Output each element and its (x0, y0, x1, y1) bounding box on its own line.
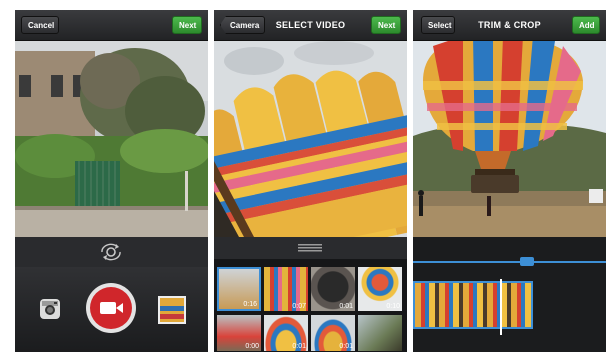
video-thumb[interactable]: 0:16 (217, 267, 261, 311)
top-bar: Cancel Next (15, 10, 208, 41)
video-duration: 0:01 (339, 343, 353, 350)
trim-track (413, 261, 606, 263)
camera-viewfinder (15, 41, 208, 237)
camera-toolbar (15, 237, 208, 267)
instagram-camera-icon[interactable] (39, 298, 61, 320)
video-thumb[interactable]: 0:01 (264, 315, 308, 351)
select-button[interactable]: Select (421, 16, 455, 34)
video-thumb[interactable]: 0:01 (311, 315, 355, 351)
drag-handle-bar (214, 237, 407, 259)
video-duration: 0:01 (339, 303, 353, 310)
trim-panel (413, 237, 606, 352)
select-video-screen: Camera SELECT VIDEO Next 0:16 0:07 0:01 … (214, 10, 407, 352)
playhead[interactable] (500, 279, 502, 335)
video-thumb[interactable] (358, 315, 402, 351)
video-thumb[interactable]: 0:01 (311, 267, 355, 311)
add-button[interactable]: Add (572, 16, 600, 34)
video-duration: 0:00 (245, 343, 259, 350)
camera-screen: Cancel Next (15, 10, 208, 352)
capture-bar (15, 267, 208, 352)
video-duration: 0:16 (243, 301, 257, 308)
flip-camera-icon[interactable] (99, 243, 123, 261)
video-thumb[interactable]: 0:07 (264, 267, 308, 311)
cancel-button[interactable]: Cancel (21, 16, 59, 34)
next-button[interactable]: Next (172, 16, 202, 34)
trim-crop-screen: Select TRIM & CROP Add (413, 10, 606, 352)
video-grid: 0:16 0:07 0:01 0:10 0:00 0:01 0:01 (214, 259, 407, 352)
trim-preview (413, 41, 606, 237)
video-thumb[interactable]: 0:00 (217, 315, 261, 351)
video-duration: 0:01 (292, 343, 306, 350)
video-duration: 0:10 (386, 303, 400, 310)
top-bar: Camera SELECT VIDEO Next (214, 10, 407, 41)
record-button[interactable] (85, 282, 137, 334)
trim-handle[interactable] (520, 257, 534, 266)
drag-handle-icon[interactable] (298, 244, 322, 252)
next-button[interactable]: Next (371, 16, 401, 34)
gallery-thumbnail[interactable] (158, 296, 186, 324)
top-bar: Select TRIM & CROP Add (413, 10, 606, 41)
video-thumb[interactable]: 0:10 (358, 267, 402, 311)
timeline-frames[interactable] (413, 279, 533, 335)
video-duration: 0:07 (292, 303, 306, 310)
camera-back-button[interactable]: Camera (220, 16, 265, 34)
video-preview (214, 41, 407, 237)
